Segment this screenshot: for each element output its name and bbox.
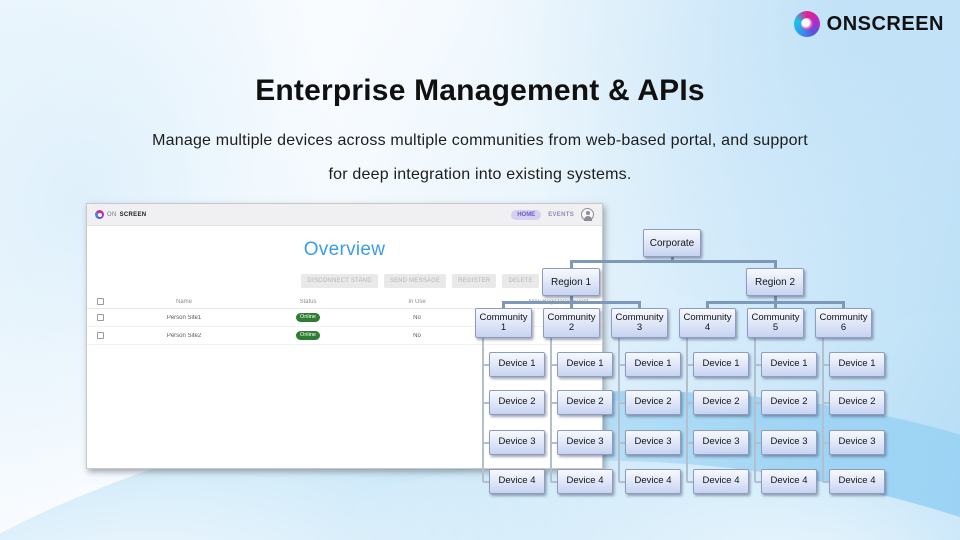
org-box-community: Community 2 bbox=[543, 308, 600, 338]
org-box-device: Device 2 bbox=[829, 390, 885, 415]
org-box-community: Community 5 bbox=[747, 308, 804, 338]
org-box-region: Region 1 bbox=[542, 268, 600, 296]
connector-line bbox=[638, 301, 641, 308]
connector-line bbox=[550, 338, 552, 482]
org-box-device: Device 4 bbox=[489, 469, 545, 494]
org-box-corporate: Corporate bbox=[643, 229, 701, 257]
org-box-community: Community 3 bbox=[611, 308, 668, 338]
org-box-device: Device 1 bbox=[761, 352, 817, 377]
connector-line bbox=[569, 260, 573, 268]
org-box-device: Device 1 bbox=[489, 352, 545, 377]
connector-line bbox=[618, 338, 620, 482]
org-box-device: Device 2 bbox=[693, 390, 749, 415]
org-box-community: Community 6 bbox=[815, 308, 872, 338]
org-box-device: Device 2 bbox=[557, 390, 613, 415]
connector-line bbox=[686, 338, 688, 482]
org-box-device: Device 2 bbox=[489, 390, 545, 415]
connector-line bbox=[773, 260, 777, 268]
connector-line bbox=[774, 301, 777, 308]
org-box-device: Device 2 bbox=[625, 390, 681, 415]
org-box-device: Device 1 bbox=[829, 352, 885, 377]
org-box-device: Device 4 bbox=[761, 469, 817, 494]
org-box-device: Device 2 bbox=[761, 390, 817, 415]
org-box-device: Device 1 bbox=[557, 352, 613, 377]
connector-line bbox=[754, 338, 756, 482]
org-box-device: Device 4 bbox=[557, 469, 613, 494]
org-chart: Corporate Region 1 Region 2 Community 1 Comm… bbox=[0, 0, 960, 540]
org-box-device: Device 1 bbox=[693, 352, 749, 377]
slide: ONSCREEN Enterprise Management & APIs Ma… bbox=[0, 0, 960, 540]
connector-line bbox=[570, 301, 573, 308]
org-box-device: Device 3 bbox=[829, 430, 885, 455]
connector-line bbox=[706, 301, 709, 308]
org-box-device: Device 3 bbox=[557, 430, 613, 455]
org-box-device: Device 3 bbox=[625, 430, 681, 455]
connector-line bbox=[502, 301, 505, 308]
org-box-device: Device 3 bbox=[693, 430, 749, 455]
connector-line bbox=[569, 260, 777, 263]
connector-line bbox=[482, 338, 484, 482]
org-box-device: Device 3 bbox=[489, 430, 545, 455]
org-box-device: Device 4 bbox=[829, 469, 885, 494]
connector-line bbox=[822, 338, 824, 482]
org-box-region: Region 2 bbox=[746, 268, 804, 296]
org-box-community: Community 4 bbox=[679, 308, 736, 338]
org-box-device: Device 4 bbox=[625, 469, 681, 494]
org-box-device: Device 4 bbox=[693, 469, 749, 494]
org-box-community: Community 1 bbox=[475, 308, 532, 338]
org-box-device: Device 1 bbox=[625, 352, 681, 377]
connector-line bbox=[842, 301, 845, 308]
org-box-device: Device 3 bbox=[761, 430, 817, 455]
